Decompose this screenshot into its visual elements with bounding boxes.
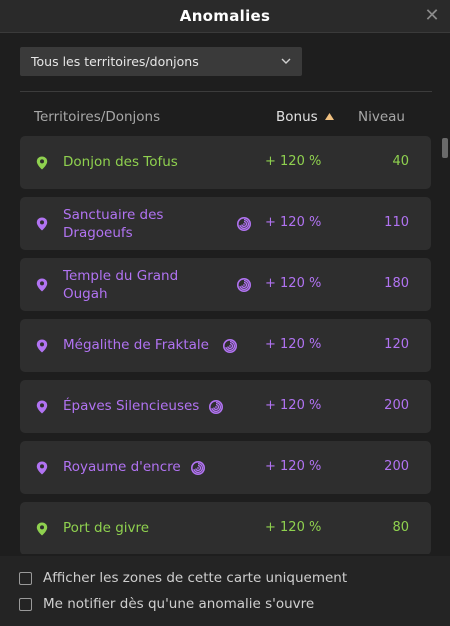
bonus-value: + 120 %	[265, 520, 322, 535]
anomaly-row[interactable]: Donjon des Tofus + 120 % 40	[20, 136, 431, 189]
anomaly-portal-icon	[237, 278, 251, 292]
map-pin-icon	[36, 522, 48, 536]
anomaly-portal-icon	[209, 400, 223, 414]
anomaly-row[interactable]: Mégalithe de Fraktale + 120 % 120	[20, 319, 431, 372]
territory-filter-dropdown[interactable]: Tous les territoires/donjons	[20, 47, 302, 76]
territory-name-line: Donjon des Tofus	[63, 154, 178, 170]
territory-name: Port de givre	[63, 519, 149, 537]
bonus-value: + 120 %	[265, 276, 322, 291]
checkbox-label-notify-anomaly: Me notifier dès qu'une anomalie s'ouvre	[43, 596, 315, 612]
anomaly-row[interactable]: Temple du Grand Ougah + 120 % 180	[20, 258, 431, 311]
footer: Afficher les zones de cette carte unique…	[0, 556, 450, 626]
divider	[20, 91, 432, 92]
bonus-value: + 120 %	[265, 337, 322, 352]
close-icon[interactable]: ✕	[422, 6, 442, 26]
territory-name-line: Temple du Grand	[63, 268, 179, 284]
anomaly-row[interactable]: Royaume d'encre + 120 % 200	[20, 441, 431, 494]
territory-name: Mégalithe de Fraktale	[63, 336, 209, 354]
level-value: 40	[392, 154, 409, 169]
territory-name: Temple du Grand Ougah	[63, 267, 178, 303]
map-pin-icon	[36, 156, 48, 170]
column-header-territory[interactable]: Territoires/Donjons	[34, 109, 160, 125]
territory-name-line: Mégalithe de Fraktale	[63, 337, 209, 353]
map-pin-icon	[36, 400, 48, 414]
checkbox-notify-anomaly[interactable]	[19, 598, 32, 611]
level-value: 180	[384, 276, 409, 291]
territory-name-line: Royaume d'encre	[63, 459, 181, 475]
anomaly-list: Donjon des Tofus + 120 % 40 Sanctuaire des D…	[20, 136, 432, 554]
territory-name: Donjon des Tofus	[63, 153, 178, 171]
anomaly-row[interactable]: Sanctuaire des Dragoeufs + 120 % 110	[20, 197, 431, 250]
territory-name: Épaves Silencieuses	[63, 397, 199, 415]
anomaly-row[interactable]: Épaves Silencieuses + 120 % 200	[20, 380, 431, 433]
title-bar: Anomalies ✕	[0, 0, 450, 33]
map-pin-icon	[36, 339, 48, 353]
level-value: 200	[384, 398, 409, 413]
bonus-value: + 120 %	[265, 459, 322, 474]
chevron-down-icon	[281, 58, 291, 64]
territory-name-line: Sanctuaire des	[63, 207, 164, 223]
dropdown-selected-value: Tous les territoires/donjons	[31, 54, 199, 69]
bonus-value: + 120 %	[265, 154, 322, 169]
anomaly-portal-icon	[237, 217, 251, 231]
column-header-bonus[interactable]: Bonus	[276, 109, 318, 125]
territory-name-line: Port de givre	[63, 520, 150, 536]
checkbox-current-map-only[interactable]	[19, 572, 32, 585]
anomaly-portal-icon	[223, 339, 237, 353]
scrollbar-thumb[interactable]	[442, 138, 448, 158]
checkbox-label-current-map-only: Afficher les zones de cette carte unique…	[43, 570, 348, 586]
territory-name-line: Épaves Silencieuses	[63, 398, 200, 414]
map-pin-icon	[36, 278, 48, 292]
anomaly-row[interactable]: Port de givre + 120 % 80	[20, 502, 431, 554]
anomaly-portal-icon	[191, 461, 205, 475]
column-header-level[interactable]: Niveau	[358, 109, 405, 125]
territory-name-line: Ougah	[63, 286, 108, 302]
map-pin-icon	[36, 461, 48, 475]
level-value: 200	[384, 459, 409, 474]
level-value: 120	[384, 337, 409, 352]
territory-name: Royaume d'encre	[63, 458, 181, 476]
window-title: Anomalies	[179, 7, 271, 25]
sort-ascending-icon[interactable]	[324, 112, 335, 121]
level-value: 110	[384, 215, 409, 230]
bonus-value: + 120 %	[265, 215, 322, 230]
territory-name: Sanctuaire des Dragoeufs	[63, 206, 163, 242]
bonus-value: + 120 %	[265, 398, 322, 413]
map-pin-icon	[36, 217, 48, 231]
level-value: 80	[392, 520, 409, 535]
territory-name-line: Dragoeufs	[63, 225, 133, 241]
